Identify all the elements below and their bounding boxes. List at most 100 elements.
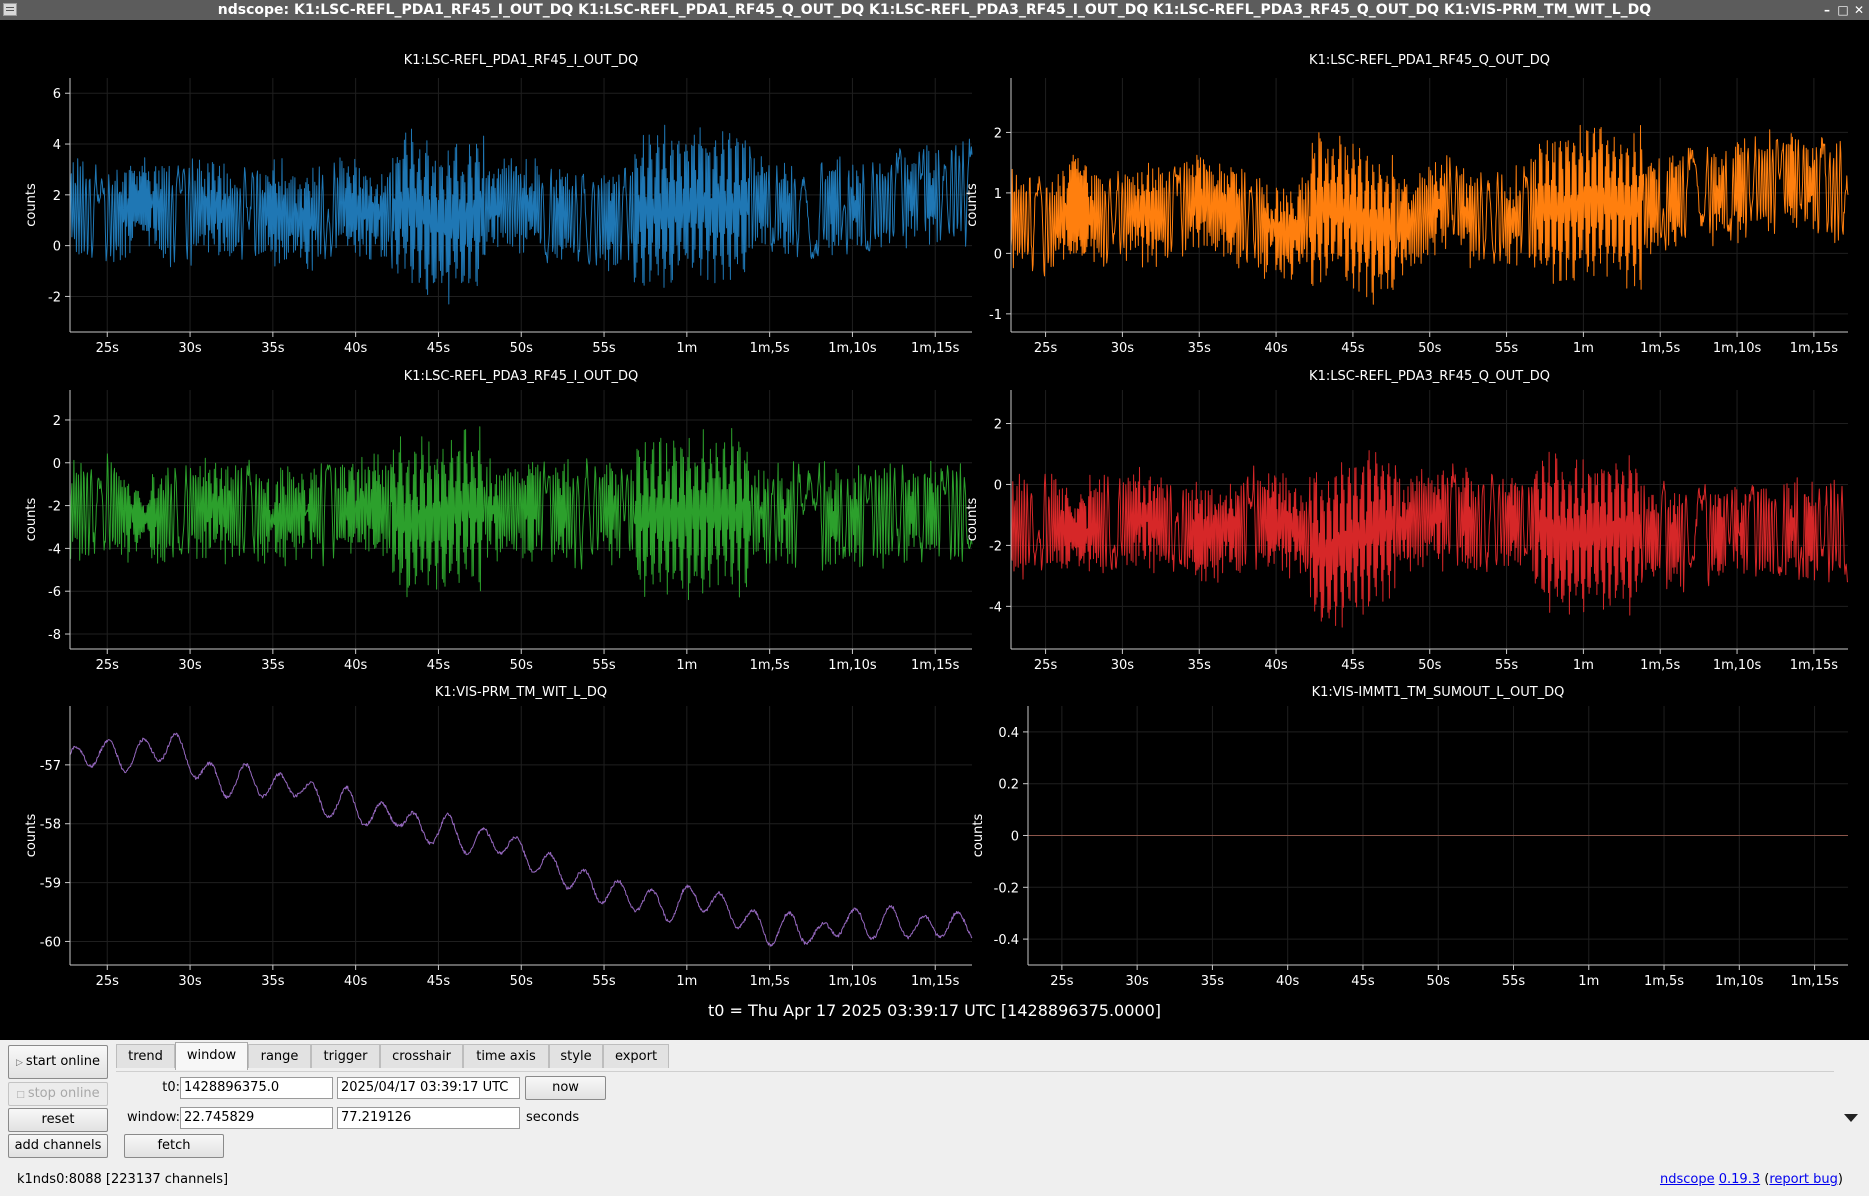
x-tick-label: 1m,10s: [1713, 658, 1762, 673]
x-tick-label: 50s: [1418, 658, 1442, 673]
add-channels-button[interactable]: add channels: [8, 1134, 108, 1158]
ndscope-link[interactable]: ndscope: [1660, 1172, 1715, 1187]
x-tick-label: 1m,5s: [750, 341, 790, 356]
x-tick-label: 25s: [96, 341, 120, 356]
plot-panel-5: K1:VIS-PRM_TM_WIT_L_DQ -60 -59 -58 -57 25s 30s…: [24, 685, 973, 989]
plot-area[interactable]: K1:LSC-REFL_PDA1_RF45_I_OUT_DQ -2 0 2 4 6 25s 3…: [4, 20, 1865, 1040]
x-tick-label: 1m,15s: [911, 341, 960, 356]
tab-crosshair[interactable]: crosshair: [380, 1044, 463, 1068]
x-tick-label: 40s: [1276, 974, 1300, 989]
x-tick-label: 1m,15s: [1790, 658, 1839, 673]
x-tick-label: 45s: [427, 341, 451, 356]
x-tick-label: 25s: [1050, 974, 1074, 989]
x-tick-label: 35s: [261, 658, 285, 673]
x-tick-label: 30s: [1125, 974, 1149, 989]
window-title: ndscope: K1:LSC-REFL_PDA1_RF45_I_OUT_DQ …: [217, 2, 1652, 18]
start-online-button[interactable]: ▷ start online: [8, 1045, 108, 1079]
seconds-label: seconds: [526, 1110, 580, 1125]
y-tick-label: 0: [994, 247, 1002, 262]
tab-window[interactable]: window: [175, 1042, 248, 1070]
stop-icon: □: [16, 1090, 25, 1100]
reset-button[interactable]: reset: [8, 1108, 108, 1132]
y-tick-label: 2: [994, 126, 1002, 141]
plot-panel-2: K1:LSC-REFL_PDA1_RF45_Q_OUT_DQ -1 0 1 2 25s 30…: [965, 53, 1849, 356]
y-tick-label: 2: [53, 189, 61, 204]
y-tick-label: -59: [40, 877, 61, 892]
x-tick-label: 35s: [1188, 658, 1212, 673]
x-tick-label: 55s: [1502, 974, 1526, 989]
window-end-input[interactable]: 77.219126: [337, 1107, 520, 1129]
t0-utc-input[interactable]: 2025/04/17 03:39:17 UTC: [337, 1077, 520, 1099]
tab-export[interactable]: export: [603, 1044, 669, 1068]
x-tick-label: 1m,15s: [1790, 974, 1839, 989]
window-titlebar[interactable]: ndscope: K1:LSC-REFL_PDA1_RF45_I_OUT_DQ …: [0, 0, 1869, 20]
y-axis-label: counts: [24, 498, 39, 542]
y-tick-label: -0.2: [994, 881, 1019, 896]
plot-title: K1:VIS-IMMT1_TM_SUMOUT_L_OUT_DQ: [1312, 685, 1565, 700]
window-start-input[interactable]: 22.745829: [180, 1107, 333, 1129]
t0-gps-input[interactable]: 1428896375.0: [180, 1077, 333, 1099]
y-tick-label: 0: [53, 240, 61, 255]
control-panel: ▷ start online □ stop online reset add cha…: [0, 1040, 1869, 1196]
now-button[interactable]: now: [525, 1076, 606, 1100]
x-tick-label: 45s: [1341, 658, 1365, 673]
y-tick-label: -58: [40, 818, 61, 833]
x-tick-label: 40s: [344, 341, 368, 356]
x-tick-label: 45s: [427, 658, 451, 673]
y-tick-label: -2: [48, 290, 61, 305]
x-tick-label: 40s: [1264, 341, 1288, 356]
y-tick-label: -2: [48, 500, 61, 515]
minimize-button[interactable]: –: [1819, 0, 1835, 20]
version-link[interactable]: 0.19.3: [1719, 1172, 1760, 1187]
x-tick-label: 50s: [510, 658, 534, 673]
start-online-label: start online: [25, 1054, 100, 1069]
plots-canvas[interactable]: K1:LSC-REFL_PDA1_RF45_I_OUT_DQ -2 0 2 4 6 25s 3…: [4, 20, 1865, 1040]
t0-readout: t0 = Thu Apr 17 2025 03:39:17 UTC [14288…: [708, 1001, 1161, 1020]
x-tick-label: 1m: [676, 341, 697, 356]
x-tick-label: 45s: [427, 974, 451, 989]
x-tick-label: 1m,15s: [911, 658, 960, 673]
y-tick-label: 0.4: [998, 726, 1019, 741]
y-tick-label: -6: [48, 585, 61, 600]
x-tick-label: 1m,15s: [1790, 341, 1839, 356]
y-tick-label: 0.2: [998, 778, 1019, 793]
x-tick-label: 45s: [1351, 974, 1375, 989]
report-bug-link[interactable]: report bug: [1769, 1172, 1838, 1187]
tab-time-axis[interactable]: time axis: [463, 1044, 549, 1068]
maximize-button[interactable]: □: [1835, 0, 1851, 20]
tab-style[interactable]: style: [549, 1044, 603, 1068]
x-tick-label: 1m,5s: [1640, 341, 1680, 356]
x-tick-label: 1m: [1573, 341, 1594, 356]
server-status: k1nds0:8088 [223137 channels]: [17, 1172, 229, 1187]
x-tick-label: 40s: [344, 974, 368, 989]
y-axis-label: counts: [965, 183, 980, 227]
x-tick-label: 1m,5s: [750, 658, 790, 673]
x-tick-label: 30s: [178, 341, 202, 356]
fetch-button[interactable]: fetch: [124, 1134, 224, 1158]
plot-panel-1: K1:LSC-REFL_PDA1_RF45_I_OUT_DQ -2 0 2 4 6 25s 3…: [24, 53, 973, 356]
y-tick-label: 0: [53, 457, 61, 472]
x-tick-label: 55s: [1495, 658, 1519, 673]
window-menu-icon[interactable]: [3, 3, 17, 16]
x-tick-label: 35s: [261, 341, 285, 356]
y-tick-label: -1: [989, 308, 1002, 323]
y-tick-label: 4: [53, 138, 61, 153]
x-tick-label: 1m: [676, 658, 697, 673]
x-tick-label: 1m,15s: [911, 974, 960, 989]
tab-trend[interactable]: trend: [116, 1044, 175, 1068]
x-tick-label: 1m: [1578, 974, 1599, 989]
x-tick-label: 1m,5s: [1640, 658, 1680, 673]
y-tick-label: -2: [989, 539, 1002, 554]
tab-range[interactable]: range: [248, 1044, 311, 1068]
plot-title: K1:LSC-REFL_PDA3_RF45_I_OUT_DQ: [404, 369, 639, 384]
stop-online-button[interactable]: □ stop online: [8, 1082, 108, 1106]
collapse-arrow-icon[interactable]: [1844, 1114, 1858, 1122]
x-tick-label: 40s: [344, 658, 368, 673]
close-button[interactable]: ✕: [1851, 0, 1867, 20]
close-paren: ): [1837, 1172, 1843, 1187]
y-tick-label: -60: [40, 935, 61, 950]
x-tick-label: 1m,10s: [828, 658, 877, 673]
y-tick-label: 1: [994, 187, 1002, 202]
y-tick-label: -4: [989, 600, 1002, 615]
tab-trigger[interactable]: trigger: [311, 1044, 380, 1068]
